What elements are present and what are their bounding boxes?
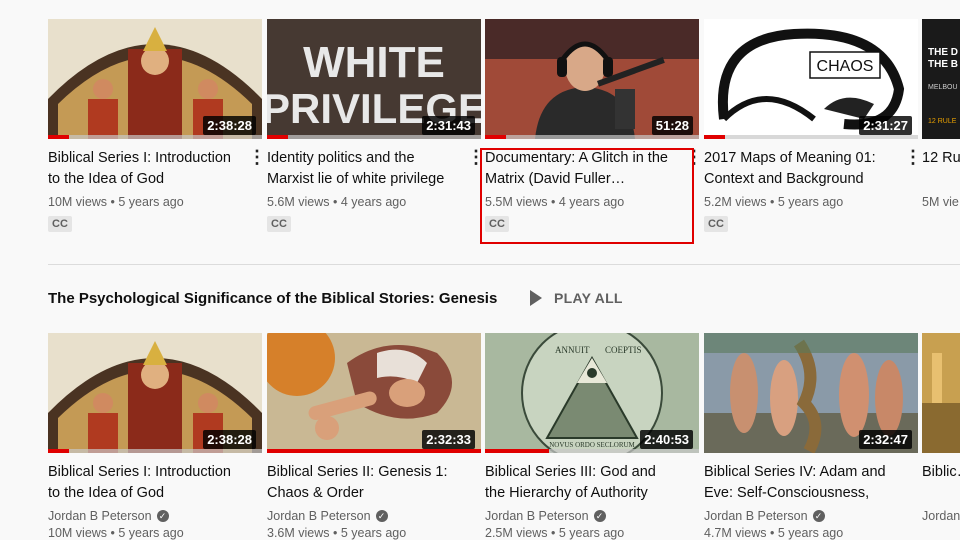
video-thumbnail[interactable]: 2:38:28 <box>48 333 262 453</box>
thumb-text: NOVUS ORDO SECLORUM <box>549 441 635 449</box>
video-title[interactable]: Biblical Series I: Introduction to the I… <box>48 148 262 190</box>
play-all-label: PLAY ALL <box>554 290 623 306</box>
video-meta: 4.7M views • 5 years ago <box>704 526 844 540</box>
thumb-text-chaos: CHAOS <box>817 58 874 75</box>
video-duration: 2:31:27 <box>859 116 912 135</box>
play-icon <box>530 290 542 306</box>
video-thumbnail[interactable]: WHITE PRIVILEGE 2:31:43 <box>267 19 481 139</box>
channel-name[interactable]: Jordan B Peterson ✓ <box>485 509 699 523</box>
channel-name[interactable]: Jordan B Peterson ✓ <box>267 509 481 523</box>
channel-name[interactable]: Jordan… <box>922 509 960 523</box>
video-card-partial[interactable]: THE D THE B MELBOU 12 RULE 12 Rul… Melbo… <box>922 19 960 209</box>
video-meta: 5.6M views • 4 years ago <box>267 195 407 209</box>
video-meta: 10M views • 5 years ago <box>48 195 184 209</box>
video-title[interactable]: Biblical Series IV: Adam and Eve: Self-C… <box>704 462 918 504</box>
video-card[interactable]: 2:38:28 Biblical Series I: Introduction … <box>48 333 262 540</box>
cc-badge: CC <box>704 216 728 232</box>
watch-progress <box>485 135 699 139</box>
shelf-title[interactable]: The Psychological Significance of the Bi… <box>48 290 497 307</box>
watch-progress <box>48 135 262 139</box>
video-meta: 2.5M views • 5 years ago <box>485 526 625 540</box>
video-meta: 3.6M views • 5 years ago <box>267 526 407 540</box>
more-vertical-icon[interactable]: ⋮ <box>467 147 485 167</box>
channel-name[interactable]: Jordan B Peterson ✓ <box>704 509 918 523</box>
video-thumbnail[interactable]: CHAOS 2:31:27 <box>704 19 918 139</box>
video-meta: 10M views • 5 years ago <box>48 526 184 540</box>
video-duration: 2:38:28 <box>203 116 256 135</box>
more-vertical-icon[interactable]: ⋮ <box>904 147 922 167</box>
video-thumbnail[interactable]: THE D THE B MELBOU 12 RULE <box>922 19 960 139</box>
verified-check-icon: ✓ <box>375 510 388 522</box>
section-divider <box>48 264 960 265</box>
video-thumbnail[interactable]: 2:32:33 <box>267 333 481 453</box>
video-duration: 2:31:43 <box>422 116 475 135</box>
video-thumbnail[interactable]: 2:38:28 <box>48 19 262 139</box>
watch-progress <box>48 449 262 453</box>
video-title[interactable]: Biblical Series II: Genesis 1: Chaos & O… <box>267 462 481 504</box>
video-duration: 2:32:47 <box>859 430 912 449</box>
video-duration: 2:38:28 <box>203 430 256 449</box>
watch-progress <box>267 449 481 453</box>
verified-check-icon: ✓ <box>593 510 606 522</box>
thumbnail-image: THE D THE B MELBOU 12 RULE <box>922 19 960 139</box>
video-duration: 2:40:53 <box>640 430 693 449</box>
video-duration: 51:28 <box>651 116 693 135</box>
video-card[interactable]: 2:32:33 Biblical Series II: Genesis 1: C… <box>267 333 481 540</box>
watch-progress <box>267 135 481 139</box>
video-thumbnail[interactable] <box>922 333 960 453</box>
thumb-text: THE B <box>928 59 958 70</box>
thumb-text: COEPTIS <box>605 345 642 355</box>
cc-badge: CC <box>267 216 291 232</box>
selection-highlight <box>480 148 694 244</box>
thumbnail-image <box>922 333 960 453</box>
thumb-text: THE D <box>928 47 958 58</box>
video-title[interactable]: 12 Rul… Melbo… <box>922 148 960 190</box>
watch-progress <box>704 135 918 139</box>
verified-check-icon: ✓ <box>812 510 825 522</box>
thumb-text: 12 RULE <box>928 118 957 125</box>
video-card-partial[interactable]: Biblic… Abel:… Jordan… <box>922 333 960 523</box>
video-title[interactable]: Biblic… Abel:… <box>922 462 960 504</box>
video-title[interactable]: Biblical Series III: God and the Hierarc… <box>485 462 699 504</box>
video-card[interactable]: 2:32:47 Biblical Series IV: Adam and Eve… <box>704 333 918 540</box>
video-thumbnail[interactable]: 51:28 <box>485 19 699 139</box>
channel-name[interactable]: Jordan B Peterson ✓ <box>48 509 262 523</box>
more-vertical-icon[interactable]: ⋮ <box>248 147 266 167</box>
video-title[interactable]: Biblical Series I: Introduction to the I… <box>48 462 262 504</box>
video-card[interactable]: 2:38:28 Biblical Series I: Introduction … <box>48 19 266 232</box>
verified-check-icon: ✓ <box>156 510 169 522</box>
video-card[interactable]: CHAOS 2:31:27 2017 Maps of Meaning 01: C… <box>704 19 922 232</box>
video-thumbnail[interactable]: 2:32:47 <box>704 333 918 453</box>
video-title[interactable]: 2017 Maps of Meaning 01: Context and Bac… <box>704 148 918 190</box>
watch-progress <box>485 449 699 453</box>
thumb-text: MELBOU <box>928 84 958 91</box>
play-all-button[interactable]: PLAY ALL <box>530 290 623 306</box>
video-card[interactable]: ANNUIT COEPTIS NOVUS ORDO SECLORUM 2:40:… <box>485 333 699 540</box>
video-card[interactable]: WHITE PRIVILEGE 2:31:43 Identity politic… <box>267 19 485 232</box>
video-title[interactable]: Identity politics and the Marxist lie of… <box>267 148 481 190</box>
thumb-text: ANNUIT <box>555 345 590 355</box>
video-meta: 5M vie… <box>922 195 960 209</box>
video-meta: 5.2M views • 5 years ago <box>704 195 844 209</box>
cc-badge: CC <box>48 216 72 232</box>
video-duration: 2:32:33 <box>422 430 475 449</box>
thumb-text-white: WHITE <box>303 38 445 87</box>
video-thumbnail[interactable]: ANNUIT COEPTIS NOVUS ORDO SECLORUM 2:40:… <box>485 333 699 453</box>
